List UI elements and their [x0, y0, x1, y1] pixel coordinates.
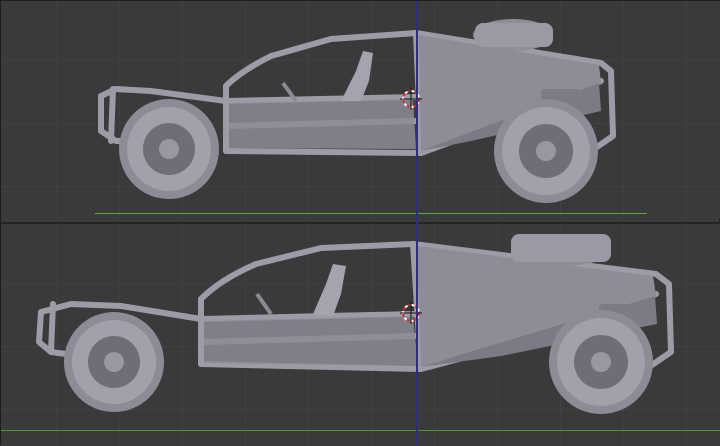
top-viewport[interactable] — [1, 1, 720, 219]
dune-buggy-model-top[interactable] — [1, 1, 720, 219]
z-axis-line — [416, 1, 418, 445]
dune-buggy-model-bottom[interactable] — [1, 224, 720, 446]
3d-cursor-icon[interactable] — [400, 88, 422, 110]
front-wheel-top — [119, 99, 219, 199]
front-wheel-bottom — [64, 312, 164, 412]
rear-wheel-top — [494, 99, 598, 203]
bottom-viewport[interactable] — [1, 222, 720, 446]
3d-cursor-icon[interactable] — [400, 302, 422, 324]
blender-window — [0, 0, 720, 446]
rear-wheel-bottom — [549, 310, 653, 414]
